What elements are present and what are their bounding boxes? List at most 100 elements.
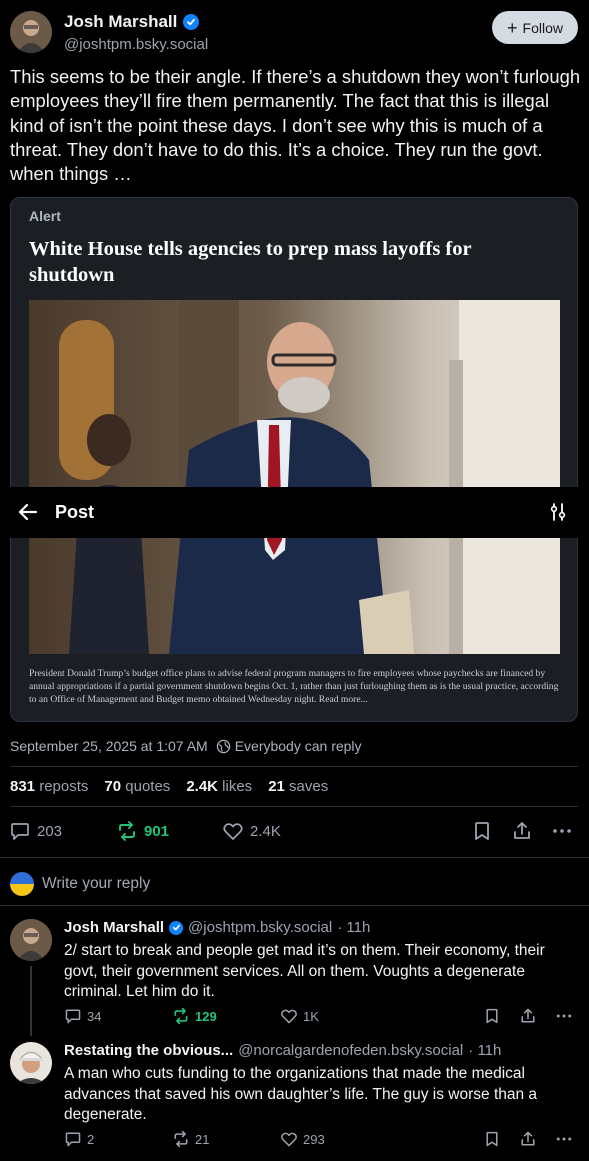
reply-header: Restating the obvious... @norcalgardenof… xyxy=(64,1042,501,1059)
like-button[interactable]: 2.4K xyxy=(222,820,281,842)
post-timestamp[interactable]: September 25, 2025 at 1:07 AM xyxy=(10,738,208,754)
likes-stat[interactable]: 2.4K likes xyxy=(186,778,252,795)
reply-placeholder[interactable]: Write your reply xyxy=(42,875,150,893)
verified-badge-icon xyxy=(169,920,184,935)
saves-label: saves xyxy=(289,778,329,795)
embed-caption: President Donald Trump’s budget office p… xyxy=(29,668,559,705)
reply-repost-count: 129 xyxy=(195,1008,217,1024)
reply-composer[interactable]: Write your reply xyxy=(10,872,150,896)
post-meta: September 25, 2025 at 1:07 AM Everybody … xyxy=(10,738,362,754)
reply-avatar[interactable] xyxy=(10,1042,52,1084)
reply-text: A man who cuts funding to the organizati… xyxy=(64,1065,538,1123)
bookmark-button[interactable] xyxy=(472,820,492,842)
reply-avatar[interactable] xyxy=(10,919,52,961)
divider xyxy=(10,766,578,767)
reply-like-count: 1K xyxy=(303,1008,319,1024)
reply-reply-count: 34 xyxy=(87,1008,102,1024)
reposts-label: reposts xyxy=(39,778,89,795)
arrow-left-icon[interactable] xyxy=(16,500,40,524)
reply-time[interactable]: · 11h xyxy=(468,1042,501,1059)
quotes-count: 70 xyxy=(104,778,122,795)
repost-arrows-icon xyxy=(174,1007,188,1025)
link-embed-card[interactable]: Alert White House tells agencies to prep… xyxy=(10,197,578,722)
globe-icon xyxy=(216,739,230,753)
embed-headline: White House tells agencies to prep mass … xyxy=(29,238,472,286)
reply-reply-button[interactable]: 2 xyxy=(64,1130,94,1148)
heart-icon xyxy=(281,1009,297,1024)
reply-header: Josh Marshall @joshtpm.bsky.social · 11h xyxy=(64,919,370,936)
embed-label: Alert xyxy=(29,208,61,224)
bookmark-icon xyxy=(475,822,489,840)
reply-author-handle[interactable]: @joshtpm.bsky.social xyxy=(188,919,332,936)
reply-reply-count: 2 xyxy=(87,1131,95,1147)
reply-bookmark-button[interactable] xyxy=(484,1130,500,1148)
speech-bubble-icon xyxy=(65,1132,81,1147)
likes-count: 2.4K xyxy=(186,778,218,795)
ellipsis-icon xyxy=(556,1014,572,1018)
reply-like-button[interactable]: 1K xyxy=(280,1007,319,1025)
share-icon xyxy=(521,1008,535,1023)
reply-author-name[interactable]: Restating the obvious... xyxy=(64,1042,233,1059)
page-title: Post xyxy=(55,502,95,522)
ellipsis-icon xyxy=(553,829,571,833)
reply-author-handle[interactable]: @norcalgardenofeden.bsky.social xyxy=(238,1042,463,1059)
quotes-stat[interactable]: 70 quotes xyxy=(104,778,170,795)
thread-line xyxy=(30,966,32,1036)
reply-share-button[interactable] xyxy=(519,1130,537,1148)
share-icon xyxy=(514,822,530,839)
reposts-stat[interactable]: 831 reposts xyxy=(10,778,88,795)
verified-badge-icon xyxy=(183,14,200,30)
saves-stat[interactable]: 21 saves xyxy=(268,778,328,795)
quotes-label: quotes xyxy=(125,778,171,795)
bookmark-icon xyxy=(486,1008,498,1024)
divider xyxy=(10,806,578,807)
reply-count: 203 xyxy=(37,822,63,840)
reply-repost-button[interactable]: 21 xyxy=(172,1130,209,1148)
heart-icon xyxy=(281,1132,297,1147)
repost-arrows-icon xyxy=(174,1130,188,1148)
reply-like-button[interactable]: 293 xyxy=(280,1130,325,1148)
post-text: This seems to be their angle. If there’s… xyxy=(10,66,581,185)
divider xyxy=(0,905,589,906)
author-handle[interactable]: @joshtpm.bsky.social xyxy=(64,36,208,53)
repost-button[interactable]: 901 xyxy=(116,820,169,842)
bookmark-icon xyxy=(486,1131,498,1147)
embed-photo xyxy=(29,300,560,654)
divider xyxy=(0,857,589,858)
reply-more-button[interactable] xyxy=(555,1007,573,1025)
reply-like-count: 293 xyxy=(303,1131,325,1147)
reply-scope-label: Everybody can reply xyxy=(234,738,362,754)
reply-repost-button[interactable]: 129 xyxy=(172,1007,217,1025)
ellipsis-icon xyxy=(556,1137,572,1141)
share-icon xyxy=(521,1131,535,1146)
likes-label: likes xyxy=(222,778,253,795)
more-button[interactable] xyxy=(551,820,573,842)
like-count: 2.4K xyxy=(250,822,281,840)
reply-scope[interactable]: Everybody can reply xyxy=(216,738,362,754)
reply-bookmark-button[interactable] xyxy=(484,1007,500,1025)
author-avatar[interactable] xyxy=(10,11,52,53)
author-name-text[interactable]: Josh Marshall xyxy=(64,12,177,32)
follow-button[interactable]: + Follow xyxy=(492,11,578,44)
reply-text: 2/ start to break and people get mad it’… xyxy=(64,942,545,1000)
share-button[interactable] xyxy=(511,820,533,842)
reply-reply-button[interactable]: 34 xyxy=(64,1007,101,1025)
reply-share-button[interactable] xyxy=(519,1007,537,1025)
reply-time[interactable]: · 11h xyxy=(337,919,370,936)
post-action-bar: 203 901 2.4K xyxy=(0,820,589,844)
current-user-avatar xyxy=(10,872,34,896)
reposts-count: 831 xyxy=(10,778,36,795)
sliders-icon[interactable] xyxy=(548,502,568,522)
reply-button[interactable]: 203 xyxy=(9,820,62,842)
repost-arrows-icon xyxy=(119,821,135,841)
saves-count: 21 xyxy=(268,778,285,795)
reply-repost-count: 21 xyxy=(195,1131,210,1147)
repost-count: 901 xyxy=(144,822,170,840)
plus-icon: + xyxy=(507,17,518,38)
heart-icon xyxy=(223,823,243,840)
post-stats: 831 reposts 70 quotes 2.4K likes 21 save… xyxy=(10,778,328,795)
speech-bubble-icon xyxy=(65,1009,81,1024)
reply-more-button[interactable] xyxy=(555,1130,573,1148)
reply-author-name[interactable]: Josh Marshall xyxy=(64,919,164,936)
author-name[interactable]: Josh Marshall xyxy=(64,12,200,32)
